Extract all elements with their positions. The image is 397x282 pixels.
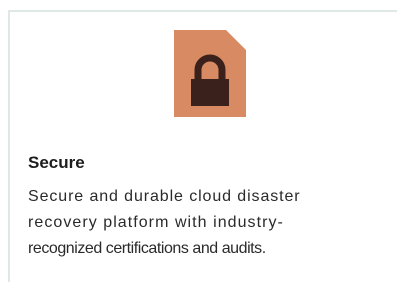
card-description: Secure and durable cloud disaster recove… [28,184,393,262]
card-top-border [8,10,397,12]
description-line: Secure and durable cloud disaster [28,188,301,205]
feature-card: Secure Secure and durable cloud disaster… [8,10,397,282]
padlock-icon [171,27,249,120]
description-line: recovery platform with industry- [28,214,284,231]
card-left-border [8,10,10,282]
description-line: recognized certifications and audits. [28,240,266,257]
card-title: Secure [28,153,85,172]
